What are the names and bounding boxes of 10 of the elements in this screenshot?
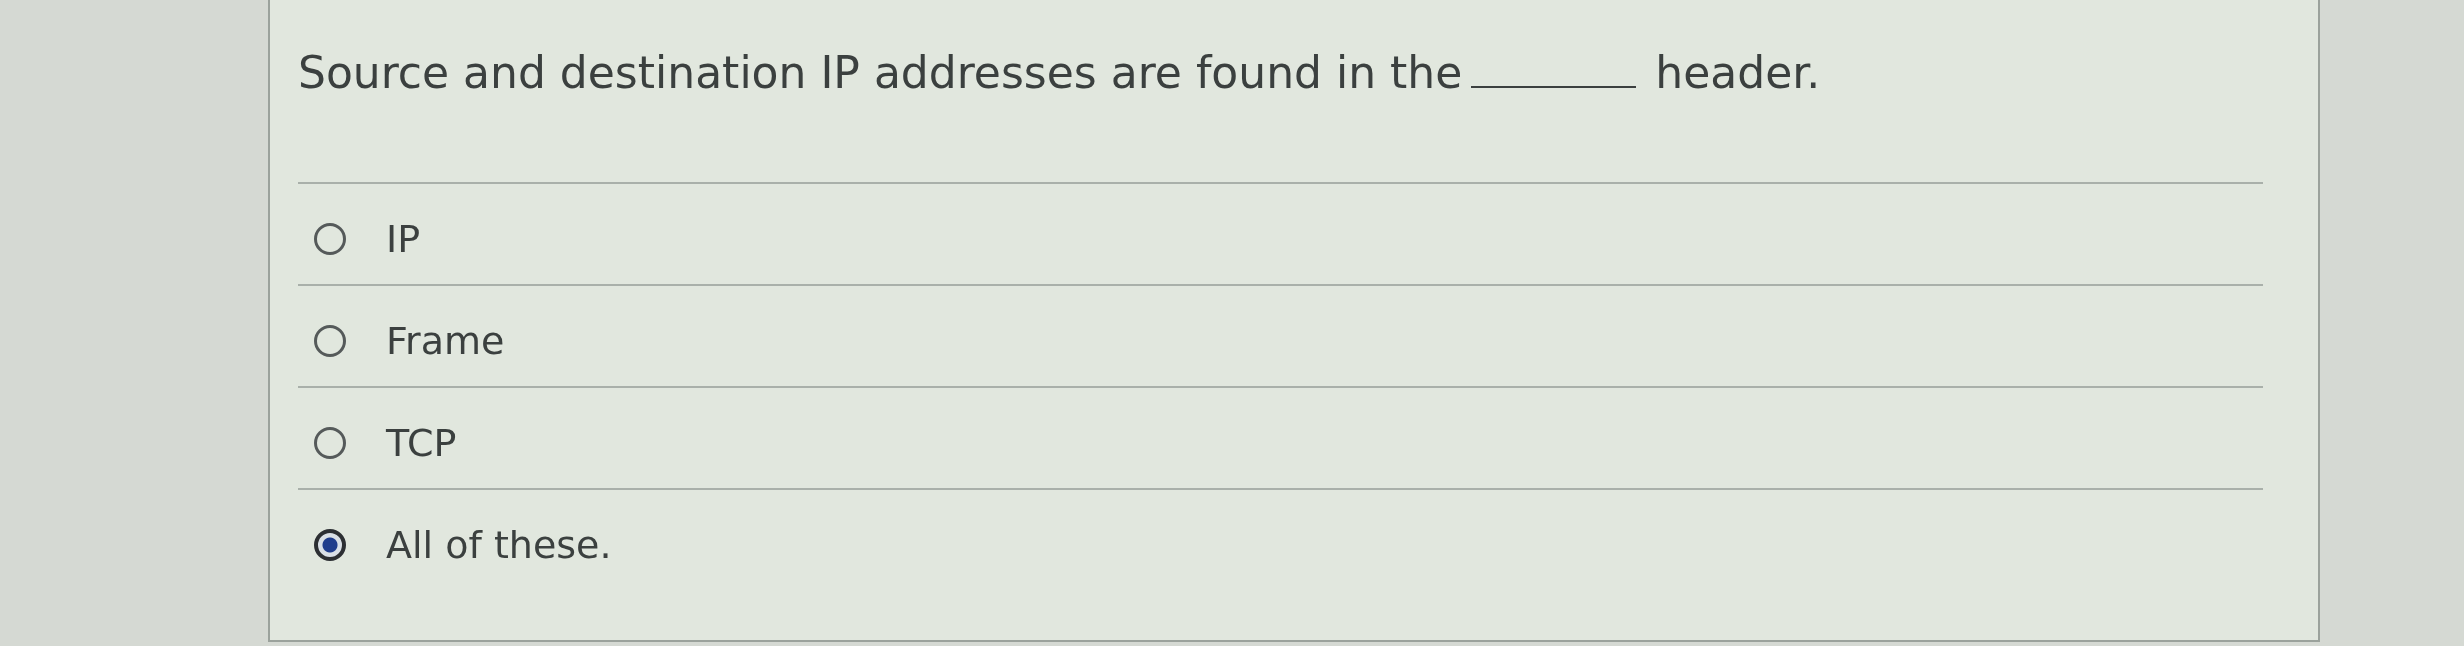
- radio-button[interactable]: [314, 427, 346, 459]
- question-text: header.: [1655, 46, 1821, 100]
- radio-button[interactable]: [314, 223, 346, 255]
- radio-button[interactable]: [314, 325, 346, 357]
- option-label[interactable]: IP: [386, 216, 421, 262]
- option-label[interactable]: Frame: [386, 318, 505, 364]
- radio-button[interactable]: [314, 529, 346, 561]
- option-label[interactable]: All of these.: [386, 522, 612, 568]
- question-text: Source and destination IP addresses are found in the: [298, 46, 1463, 100]
- option-label[interactable]: TCP: [386, 420, 457, 466]
